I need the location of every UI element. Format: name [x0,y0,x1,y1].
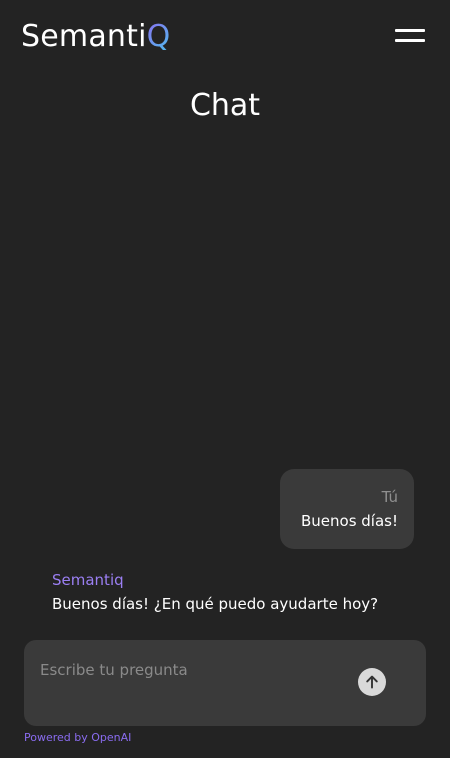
send-button[interactable] [358,668,386,696]
arrow-up-icon [366,675,378,689]
user-message-bubble: Tú Buenos días! [280,469,414,549]
assistant-message-sender: Semantiq [52,571,124,589]
assistant-message: Semantiq Buenos días! ¿En qué puedo ayud… [52,570,432,614]
message-composer [24,640,426,726]
user-message-text: Buenos días! [300,512,398,530]
logo-text: Semanti [21,18,147,54]
hamburger-menu-icon-line [395,39,425,42]
logo-q-mark: Q [146,18,171,54]
user-message-sender: Tú [381,488,398,506]
menu-button[interactable] [392,28,428,46]
page-title: Chat [189,88,261,123]
powered-by-credit: Powered by OpenAI [24,731,132,744]
hamburger-menu-icon [395,29,425,32]
question-input[interactable] [40,658,340,682]
assistant-message-text: Buenos días! ¿En qué puedo ayudarte hoy? [52,595,379,613]
app-logo[interactable]: Semanti Q [21,17,170,55]
